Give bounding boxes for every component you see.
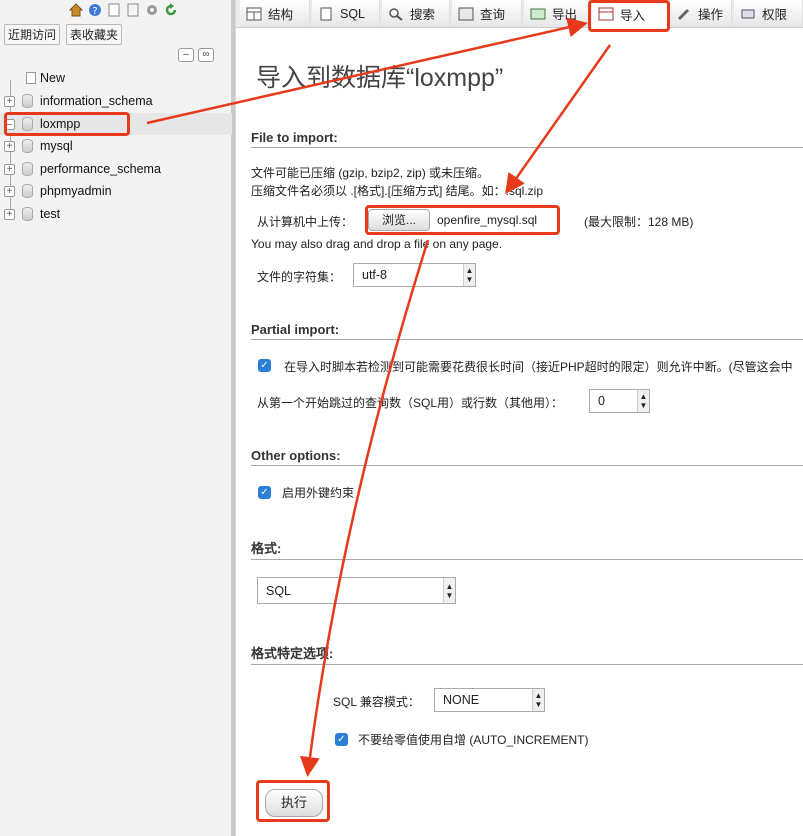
privileges-icon (740, 7, 756, 21)
favorites-tab[interactable]: 表收藏夹 (66, 24, 123, 45)
section-file-import: File to import: (251, 130, 803, 148)
no-auto-value-label: 不要给零值使用自增 (AUTO_INCREMENT) (358, 733, 589, 747)
upload-label: 从计算机中上传： (257, 215, 354, 229)
stepper-icon[interactable]: ▲ ▼ (637, 390, 649, 412)
tree-label-new[interactable]: New (40, 71, 65, 85)
compression-format-note: 压缩文件名必须以 .[格式].[压缩方式] 结尾。如：.sql.zip (251, 184, 544, 198)
tab-label: 结构 (268, 8, 294, 22)
tab-privileges[interactable]: 权限 (734, 0, 803, 27)
tab-label: SQL (340, 6, 366, 21)
foreign-key-label: 启用外键约束 (282, 486, 355, 500)
tree-controls: – ∞ (178, 48, 214, 62)
sql-docs-icon[interactable] (125, 2, 141, 18)
database-icon (22, 139, 33, 153)
collapse-all-icon[interactable]: – (178, 48, 194, 62)
section-format-options: 格式特定选项: (251, 643, 803, 665)
page-title: 导入到数据库“loxmpp” (256, 64, 504, 92)
search-icon (388, 7, 404, 21)
tab-query[interactable]: 查询 (452, 0, 522, 27)
new-db-icon (26, 72, 36, 84)
annotation-box-database (4, 112, 130, 136)
chevron-down-icon: ▲ ▼ (443, 578, 455, 603)
query-icon (458, 7, 474, 21)
tab-sql[interactable]: SQL (312, 0, 380, 27)
drag-drop-note: You may also drag and drop a file on any… (251, 237, 503, 251)
sql-compat-value: NONE (443, 693, 480, 707)
sql-compat-label: SQL 兼容模式： (333, 695, 420, 709)
table-icon (246, 7, 262, 21)
chevron-down-icon: ▲ ▼ (532, 689, 544, 711)
tree-label[interactable]: mysql (40, 139, 73, 153)
expand-icon[interactable]: + (4, 163, 15, 175)
svg-text:?: ? (92, 6, 97, 17)
foreign-key-checkbox[interactable]: ✓ (258, 486, 271, 499)
tree-label[interactable]: performance_schema (40, 162, 161, 176)
section-other-options: Other options: (251, 448, 803, 466)
expand-icon[interactable]: + (4, 208, 15, 220)
annotation-arrow-to-file (505, 44, 612, 195)
tab-label: 搜索 (410, 8, 436, 22)
charset-label: 文件的字符集： (257, 270, 342, 284)
database-icon (22, 207, 33, 221)
home-icon[interactable] (68, 2, 84, 18)
annotation-box-import-tab (588, 0, 670, 32)
database-icon (22, 162, 33, 176)
database-icon (22, 184, 33, 198)
max-upload-limit: (最大限制：128 MB) (584, 215, 694, 229)
charset-select[interactable]: utf-8 ▲ ▼ (353, 263, 476, 287)
tab-bar: 结构 SQL 搜索 查询 导出 导入 操作 权限 (236, 0, 803, 28)
sql-compat-select[interactable]: NONE ▲ ▼ (434, 688, 545, 712)
no-auto-value-checkbox[interactable]: ✓ (335, 733, 348, 746)
link-icon[interactable]: ∞ (198, 48, 214, 62)
skip-queries-label: 从第一个开始跳过的查询数（SQL用）或行数（其他用）： (257, 396, 564, 410)
tree-item-mysql[interactable]: + mysql (0, 135, 232, 157)
compression-note: 文件可能已压缩 (gzip, bzip2, zip) 或未压缩。 (251, 166, 490, 180)
tree-item-new[interactable]: New (0, 67, 232, 89)
help-icon[interactable]: ? (87, 2, 103, 18)
tab-operations[interactable]: 操作 (670, 0, 732, 27)
export-icon (530, 7, 546, 21)
section-partial-import: Partial import: (251, 322, 803, 340)
nav-toolbar: ? (68, 2, 179, 18)
database-icon (22, 94, 33, 108)
reload-icon[interactable] (163, 2, 179, 18)
tree-item-performance-schema[interactable]: + performance_schema (0, 158, 232, 180)
tree-item-information-schema[interactable]: + information_schema (0, 90, 232, 112)
tab-label: 查询 (480, 8, 506, 22)
expand-icon[interactable]: + (4, 140, 15, 152)
expand-icon[interactable]: + (4, 95, 15, 107)
sql-doc-icon (318, 7, 334, 21)
tree-item-test[interactable]: + test (0, 203, 232, 225)
format-select[interactable]: SQL ▲ ▼ (257, 577, 456, 604)
chevron-down-icon: ▲ ▼ (463, 264, 475, 286)
tab-search[interactable]: 搜索 (382, 0, 450, 27)
allow-interrupt-checkbox[interactable]: ✓ (258, 359, 271, 372)
allow-interrupt-label: 在导入时脚本若检测到可能需要花费很长时间（接近PHP超时的限定）则允许中断。(尽… (284, 360, 793, 374)
tab-label: 操作 (698, 8, 724, 22)
skip-queries-input[interactable]: 0 ▲ ▼ (589, 389, 650, 413)
tree-label[interactable]: phpmyadmin (40, 184, 112, 198)
docs-icon[interactable] (106, 2, 122, 18)
wrench-icon (676, 7, 692, 21)
tab-label: 导出 (552, 8, 578, 22)
tab-export[interactable]: 导出 (524, 0, 590, 27)
charset-value: utf-8 (362, 268, 388, 282)
settings-gear-icon[interactable] (144, 2, 160, 18)
tree-label[interactable]: test (40, 207, 60, 221)
tab-label: 权限 (762, 8, 788, 22)
expand-icon[interactable]: + (4, 185, 15, 197)
tree-label[interactable]: information_schema (40, 94, 153, 108)
annotation-box-go (256, 780, 330, 822)
skip-queries-value: 0 (598, 394, 605, 408)
tree-item-phpmyadmin[interactable]: + phpmyadmin (0, 180, 232, 202)
section-format: 格式: (251, 538, 803, 560)
annotation-box-file (365, 205, 560, 235)
tab-structure[interactable]: 结构 (240, 0, 310, 27)
format-value: SQL (266, 583, 292, 598)
recent-tab[interactable]: 近期访问 (4, 24, 61, 45)
